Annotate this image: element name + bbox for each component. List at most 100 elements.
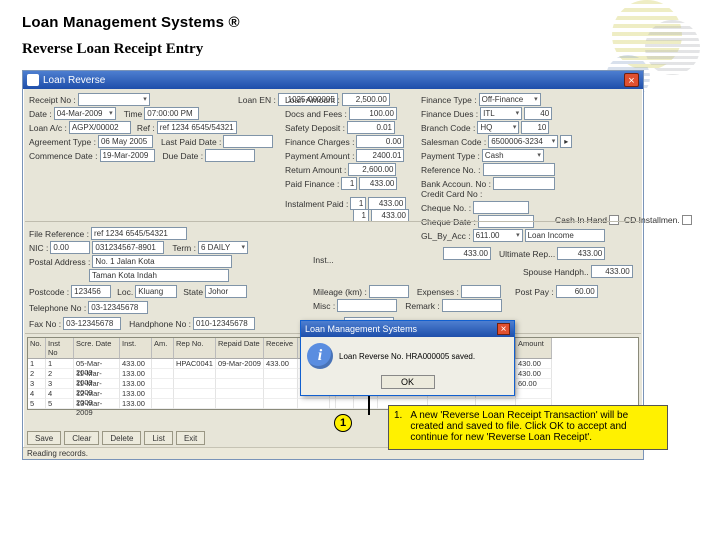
cell: [152, 379, 174, 389]
paid-fin-cnt: 1: [341, 177, 357, 190]
postpay: 60.00: [556, 285, 598, 298]
cell: 1: [28, 359, 46, 369]
info-icon: i: [307, 343, 333, 369]
ok-button[interactable]: OK: [381, 375, 435, 389]
chq-no[interactable]: [473, 201, 529, 214]
col-header: Inst.: [120, 338, 152, 359]
lastpaid[interactable]: [223, 135, 273, 148]
agr-type[interactable]: 06 May 2005: [98, 135, 153, 148]
tel[interactable]: 03-12345678: [88, 301, 148, 314]
ulti: 433.00: [557, 247, 605, 260]
callout-text: A new 'Reverse Loan Receipt Transaction'…: [410, 410, 662, 443]
date[interactable]: 04-Mar-2009: [54, 107, 116, 120]
branch[interactable]: HQ: [477, 121, 519, 134]
lbl: Finance Charges :: [285, 137, 354, 147]
safety: 0.01: [347, 121, 395, 134]
expenses[interactable]: [461, 285, 501, 298]
clear-button[interactable]: Clear: [64, 431, 99, 445]
inst-amt: 433.00: [443, 247, 491, 260]
fin-chg: 0.00: [356, 135, 404, 148]
cell: 2: [46, 369, 74, 379]
lbl: Return Amount :: [285, 165, 346, 175]
callout-idx: 1.: [394, 410, 402, 443]
col-header: Amount: [516, 338, 552, 359]
delete-button[interactable]: Delete: [102, 431, 141, 445]
lbl: Paid Finance :: [285, 179, 339, 189]
term[interactable]: 6 DAILY: [198, 241, 248, 254]
loan-ac[interactable]: AGPX/00002: [69, 121, 131, 134]
paddr1[interactable]: No. 1 Jalan Kota: [92, 255, 232, 268]
refno[interactable]: [483, 163, 555, 176]
lbl: State: [183, 287, 203, 297]
cell: 133.00: [120, 389, 152, 399]
fax[interactable]: 03-12345678: [63, 317, 121, 330]
lbl: Bank Accoun. No :: [421, 179, 491, 189]
lbl: Due Date :: [163, 151, 204, 161]
cell: 3: [46, 379, 74, 389]
save-button[interactable]: Save: [27, 431, 61, 445]
postcode[interactable]: 123456: [71, 285, 111, 298]
list-button[interactable]: List: [144, 431, 172, 445]
window-title: Loan Reverse: [43, 75, 105, 86]
cell: HPAC0041: [174, 359, 216, 369]
titlebar[interactable]: Loan Reverse ×: [23, 71, 643, 89]
col-header: Am.: [152, 338, 174, 359]
misc[interactable]: [337, 299, 397, 312]
lbl: Finance Type :: [421, 95, 477, 105]
cd-inst-chk[interactable]: [682, 215, 692, 225]
gl[interactable]: 611.00: [473, 229, 523, 242]
cell: [264, 389, 298, 399]
lbl: Branch Code :: [421, 123, 475, 133]
cell: [152, 369, 174, 379]
time[interactable]: 07:00:00 PM: [144, 107, 199, 120]
hp[interactable]: 010-12345678: [193, 317, 255, 330]
col-header: Rep No.: [174, 338, 216, 359]
ref[interactable]: ref 1234 6545/54321: [157, 121, 237, 134]
cell: 2: [28, 369, 46, 379]
fin-dues[interactable]: ITL: [480, 107, 522, 120]
due-date[interactable]: [205, 149, 255, 162]
fin-type[interactable]: Off-Finance: [479, 93, 541, 106]
remark[interactable]: [442, 299, 502, 312]
cell: [152, 389, 174, 399]
cell: [336, 399, 354, 409]
loc[interactable]: Kluang: [135, 285, 177, 298]
bank[interactable]: [493, 177, 555, 190]
cash-hand-chk[interactable]: [609, 215, 619, 225]
lbl: Date :: [29, 109, 52, 119]
decor-dots: [645, 20, 700, 75]
paddr2[interactable]: Taman Kota Indah: [89, 269, 229, 282]
cell: [174, 369, 216, 379]
salesman-go[interactable]: ▸: [560, 135, 572, 148]
pay-type[interactable]: Cash: [482, 149, 544, 162]
receipt-no[interactable]: [78, 93, 150, 106]
dialog-message: Loan Reverse No. HRA000005 saved.: [339, 352, 475, 361]
close-icon[interactable]: ×: [497, 323, 510, 335]
nic2[interactable]: 031234567-8901: [92, 241, 164, 254]
exit-button[interactable]: Exit: [176, 431, 205, 445]
dialog-titlebar[interactable]: Loan Management Systems ×: [301, 321, 514, 337]
app-icon: [27, 74, 39, 86]
col-header: No.: [28, 338, 46, 359]
nic[interactable]: 0.00: [50, 241, 90, 254]
close-icon[interactable]: ×: [624, 73, 639, 87]
dialog-title: Loan Management Systems: [305, 324, 417, 334]
lbl: Spouse Handph..: [523, 267, 589, 277]
gl-desc: Loan Income: [525, 229, 605, 242]
file-ref[interactable]: ref 1234 6545/54321: [91, 227, 187, 240]
lbl: Agreement Type :: [29, 137, 96, 147]
state[interactable]: Johor: [205, 285, 247, 298]
lbl: Ultimate Rep...: [499, 249, 555, 259]
lbl: Loc.: [117, 287, 133, 297]
salesman[interactable]: 6500006-3234: [488, 135, 558, 148]
lbl: Postcode :: [29, 287, 69, 297]
lbl: Expenses :: [417, 287, 459, 297]
cell: [216, 399, 264, 409]
cell: 5: [28, 399, 46, 409]
mileage[interactable]: [369, 285, 409, 298]
lbl: Fax No :: [29, 319, 61, 329]
cell: 60.00: [516, 379, 552, 389]
comm-date[interactable]: 19-Mar-2009: [100, 149, 155, 162]
cell: 11-Mar-2009: [74, 369, 120, 379]
lbl: Ref :: [137, 123, 155, 133]
